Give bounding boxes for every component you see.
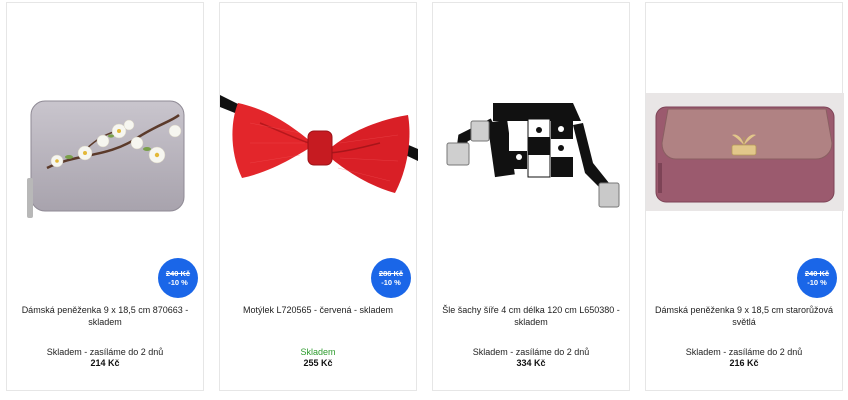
product-image-bow-tie[interactable] — [220, 3, 418, 258]
product-card[interactable]: 240 Kč -10 % Dámská peněženka 9 x 18,5 c… — [6, 2, 204, 391]
discount-badge: 240 Kč -10 % — [158, 258, 198, 298]
product-name[interactable]: Dámská peněženka 9 x 18,5 cm 870663 - sk… — [15, 304, 195, 328]
product-card[interactable]: Šle šachy šíře 4 cm délka 120 cm L650380… — [432, 2, 630, 391]
product-name[interactable]: Dámská peněženka 9 x 18,5 cm starorůžová… — [654, 304, 834, 328]
product-grid: 240 Kč -10 % Dámská peněženka 9 x 18,5 c… — [0, 0, 848, 400]
product-price: 216 Kč — [729, 358, 759, 368]
stock-status: Skladem - zasíláme do 2 dnů — [46, 347, 164, 357]
discount-badge: 286 Kč -10 % — [371, 258, 411, 298]
product-image-wallet-pink[interactable] — [646, 3, 844, 258]
old-price: 286 Kč — [378, 269, 404, 278]
stock-status: Skladem - zasíláme do 2 dnů — [685, 347, 803, 357]
product-name[interactable]: Motýlek L720565 - červená - skladem — [228, 304, 408, 316]
stock-status: Skladem - zasíláme do 2 dnů — [472, 347, 590, 357]
discount-percent: -10 % — [168, 278, 188, 287]
product-card[interactable]: 240 Kč -10 % Dámská peněženka 9 x 18,5 c… — [645, 2, 844, 391]
discount-percent: -10 % — [807, 278, 827, 287]
product-card[interactable]: 286 Kč -10 % Motýlek L720565 - červená -… — [219, 2, 418, 391]
stock-status: Skladem — [300, 347, 336, 357]
product-price: 334 Kč — [516, 358, 546, 368]
product-image-suspenders[interactable] — [433, 3, 629, 258]
old-price: 240 Kč — [165, 269, 191, 278]
discount-badge: 240 Kč -10 % — [797, 258, 837, 298]
product-name[interactable]: Šle šachy šíře 4 cm délka 120 cm L650380… — [441, 304, 621, 328]
old-price: 240 Kč — [804, 269, 830, 278]
discount-percent: -10 % — [381, 278, 401, 287]
product-image-wallet-lavender[interactable] — [7, 3, 203, 258]
product-price: 214 Kč — [90, 358, 120, 368]
product-price: 255 Kč — [303, 358, 333, 368]
